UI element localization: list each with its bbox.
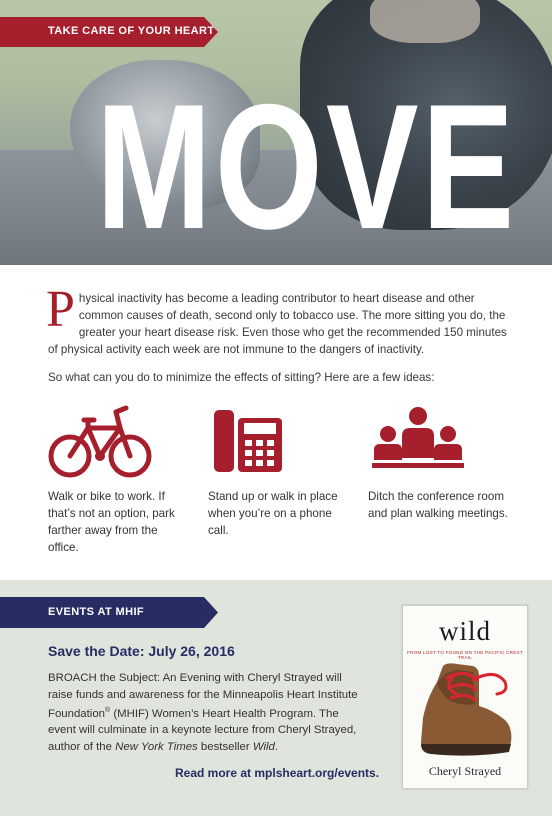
phone-icon [208,400,348,480]
intro-paragraph-2: So what can you do to minimize the effec… [48,371,435,384]
events-section: EVENTS AT MHIF Save the Date: July 26, 2… [0,580,552,816]
intro-text: Physical inactivity has become a leading… [46,281,508,397]
boot-icon [421,663,512,756]
ideas-row: Walk or bike to work. If that’s not an o… [48,400,518,565]
idea-bike-text: Walk or bike to work. If that’s not an o… [48,490,175,554]
banner-label: EVENTS AT MHIF [48,606,145,618]
bicycle-icon [48,400,188,480]
banner-label: TAKE CARE OF YOUR HEART [48,25,215,37]
idea-meeting: Ditch the conference room and plan walki… [368,400,508,522]
section-banner-events: EVENTS AT MHIF [0,597,218,628]
meeting-icon [368,400,508,480]
read-more-link[interactable]: Read more at mplsheart.org/events. [175,766,379,780]
idea-phone: Stand up or walk in place when you’re on… [208,400,348,539]
hero-title: MOVE [96,67,518,265]
section-banner-heart: TAKE CARE OF YOUR HEART [0,17,218,47]
idea-phone-text: Stand up or walk in place when you’re on… [208,490,338,537]
intro-paragraph-1: Physical inactivity has become a leading… [46,281,507,357]
book-author: Cheryl Strayed [428,764,502,778]
drop-cap: P [46,281,75,338]
book-title: wild [438,616,491,646]
save-the-date-heading: Save the Date: July 26, 2016 [48,643,235,659]
book-cover-image: wild FROM LOST TO FOUND ON THE PACIFIC C… [402,605,528,789]
hero-image: MOVE TAKE CARE OF YOUR HEART [0,0,552,265]
event-description: BROACH the Subject: An Evening with Cher… [48,672,358,753]
idea-bike: Walk or bike to work. If that’s not an o… [48,400,188,556]
idea-meeting-text: Ditch the conference room and plan walki… [368,490,508,520]
